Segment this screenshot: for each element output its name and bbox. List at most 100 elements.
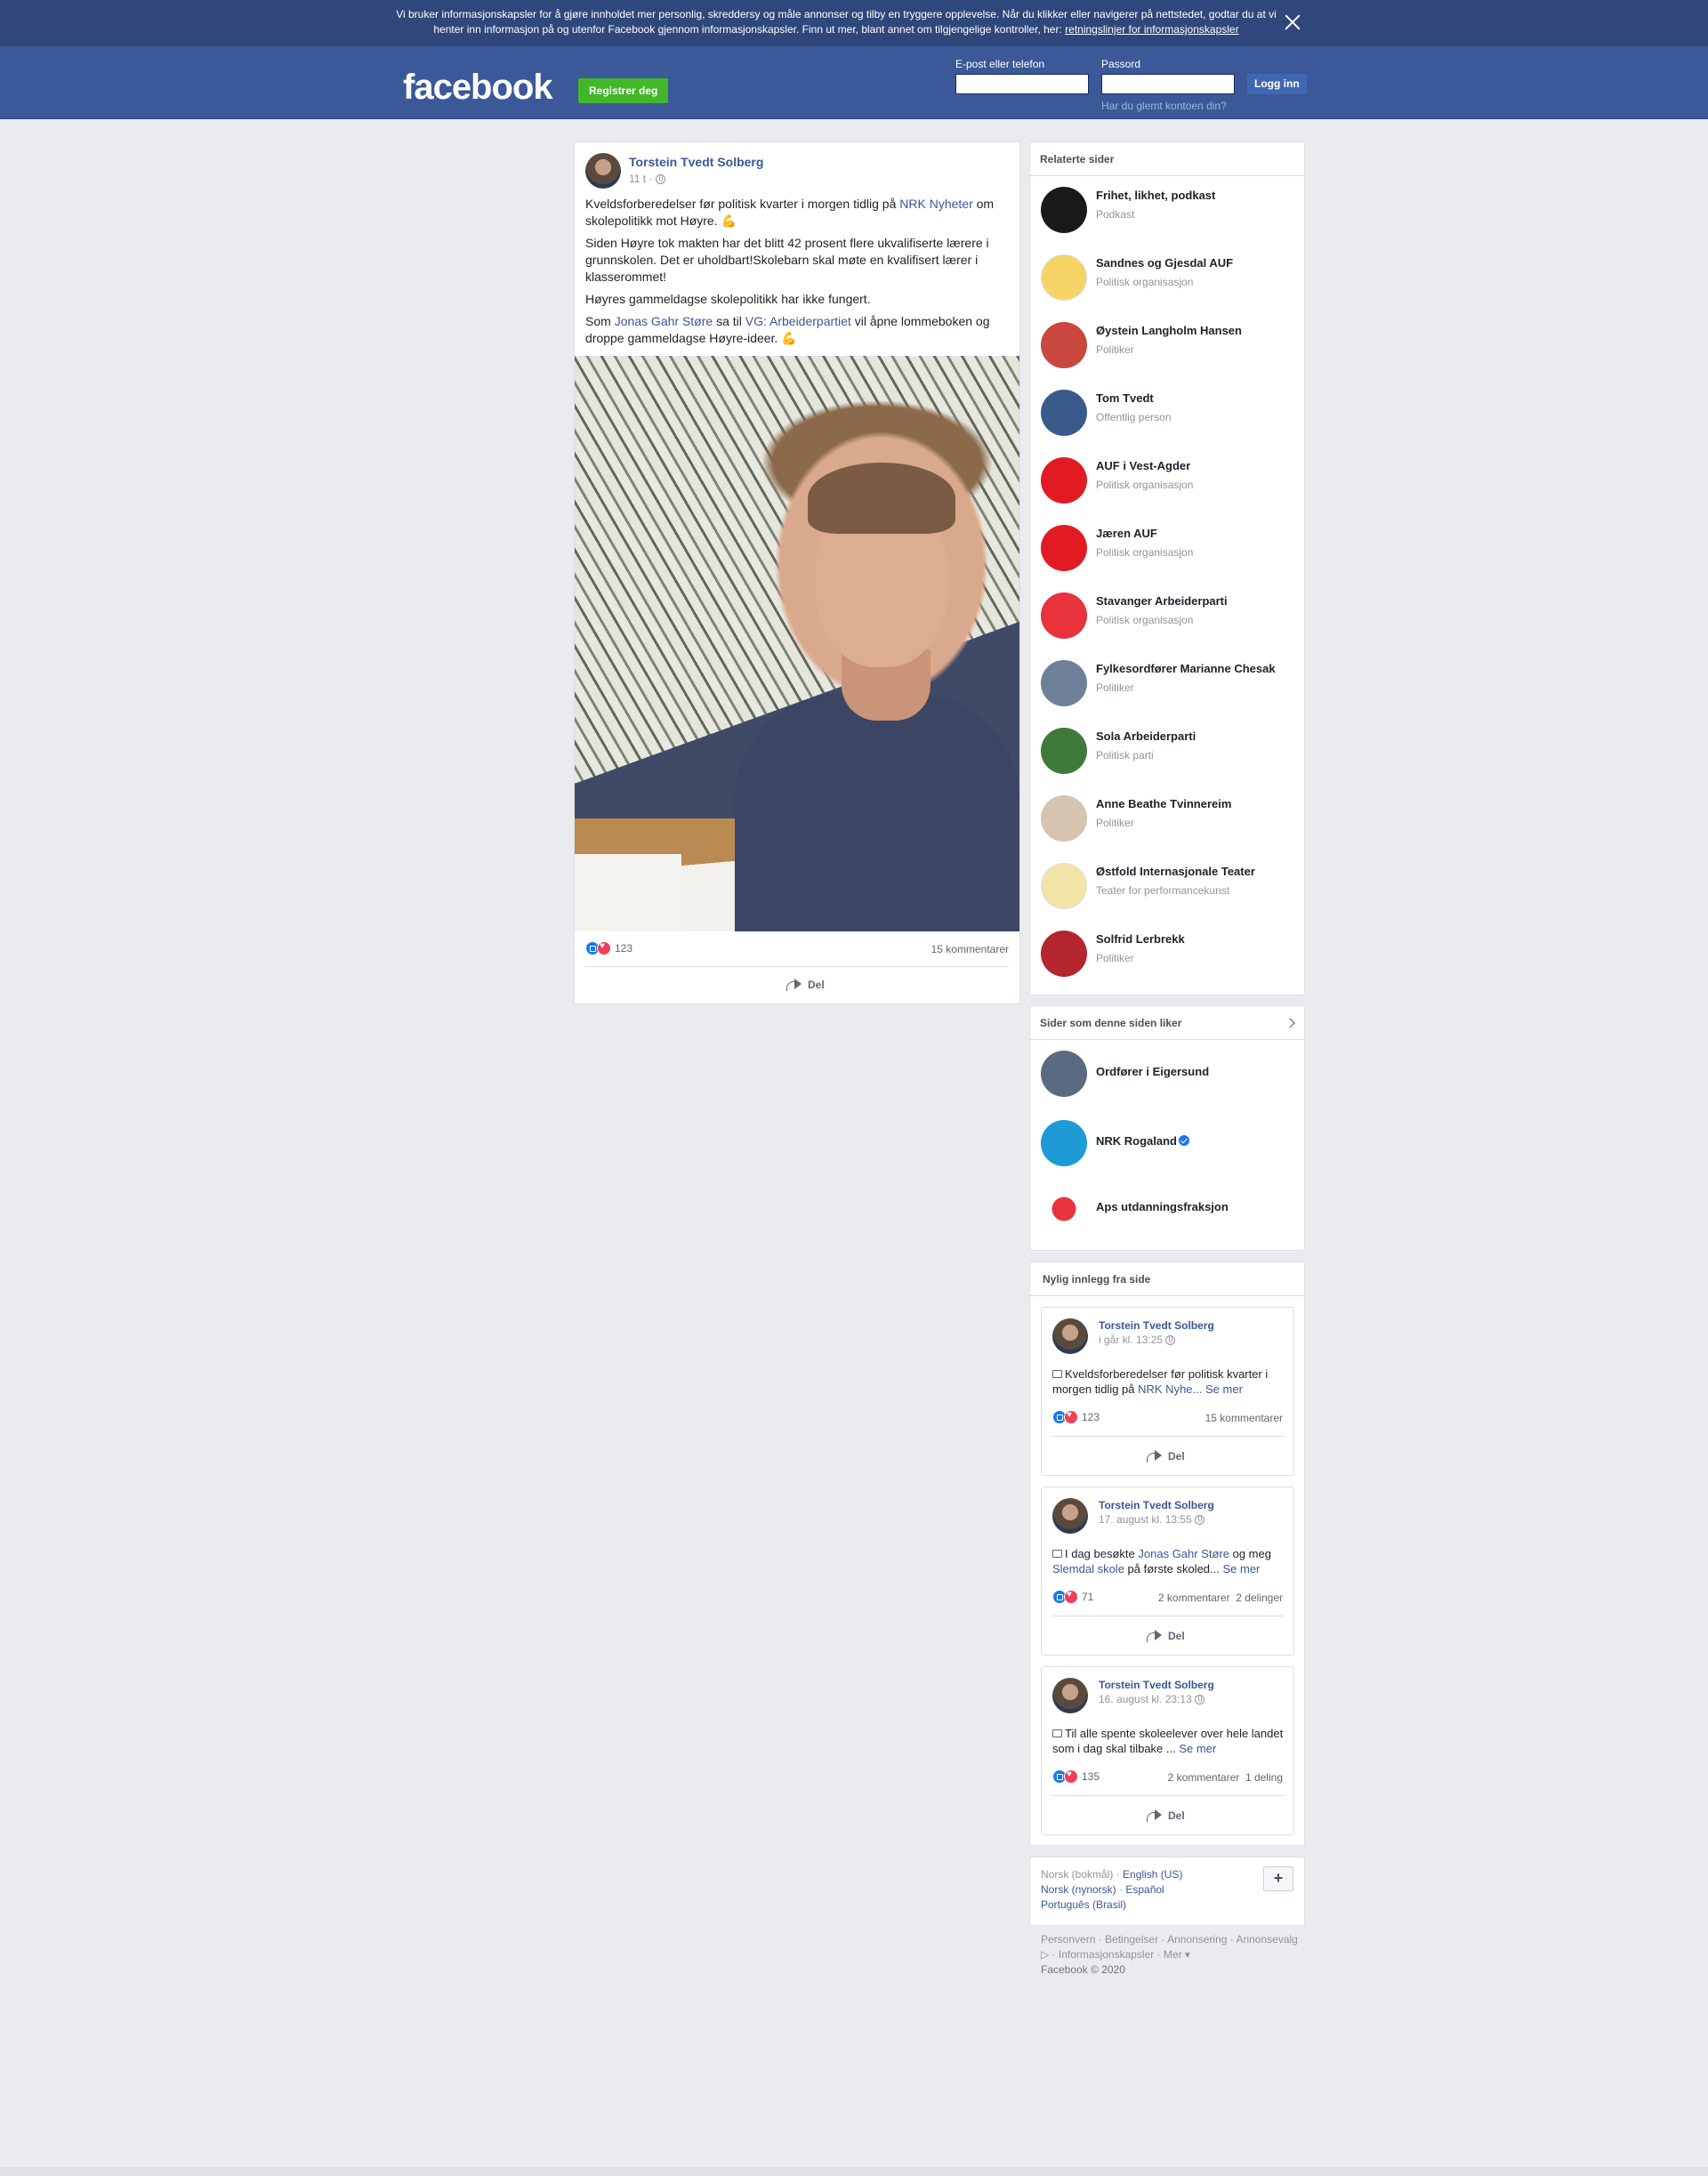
page-avatar[interactable] [1041, 795, 1087, 842]
post-author[interactable]: Torstein Tvedt Solberg [1099, 1499, 1214, 1511]
post-date: 16. august kl. 23:13 [1099, 1693, 1204, 1705]
share-button[interactable]: Del [786, 979, 825, 991]
related-page-item[interactable]: Tom Tvedt Offentlig person [1041, 390, 1299, 439]
avatar[interactable] [1052, 1318, 1088, 1354]
password-field[interactable] [1101, 74, 1235, 94]
related-page-name[interactable]: Sandnes og Gjesdal AUF [1096, 256, 1233, 270]
post-author[interactable]: Torstein Tvedt Solberg [1099, 1319, 1214, 1332]
avatar[interactable] [585, 153, 621, 189]
liked-page-item[interactable]: Ordfører i Eigersund [1041, 1051, 1299, 1100]
page-avatar[interactable] [1041, 592, 1087, 639]
forgot-account-link[interactable]: Har du glemt kontoen din? [1101, 100, 1227, 112]
liked-page-name[interactable]: Aps utdanningsfraksjon [1096, 1200, 1229, 1213]
reactions[interactable]: 123 [1052, 1410, 1100, 1424]
mention-link[interactable]: NRK Nyhe... [1138, 1382, 1202, 1396]
related-page-name[interactable]: Stavanger Arbeiderparti [1096, 594, 1228, 608]
page-avatar[interactable] [1041, 525, 1087, 571]
comment-share-count[interactable]: 2 kommentarer 2 delinger [1158, 1592, 1283, 1604]
related-page-item[interactable]: Fylkesordfører Marianne Chesak Politiker [1041, 660, 1299, 710]
related-page-name[interactable]: Tom Tvedt [1096, 391, 1154, 405]
language-link[interactable]: English (US) [1123, 1868, 1182, 1881]
vg-arbeiderpartiet-link[interactable]: VG: Arbeiderpartiet [745, 314, 851, 328]
share-button[interactable]: Del [1147, 1630, 1185, 1642]
post: Torstein Tvedt Solberg 11 t · Kveldsforb… [574, 141, 1020, 1004]
related-page-item[interactable]: Østfold Internasjonale Teater Teater for … [1041, 863, 1299, 913]
related-page-name[interactable]: Solfrid Lerbrekk [1096, 932, 1185, 946]
page-avatar[interactable] [1041, 322, 1087, 368]
page-avatar[interactable] [1041, 931, 1087, 977]
language-link[interactable]: Español [1125, 1883, 1164, 1896]
liked-pages-title[interactable]: Sider som denne siden liker [1040, 1017, 1181, 1029]
footer-links[interactable]: Personvern · Betingelser · Annonsering ·… [1041, 1932, 1299, 1962]
page-avatar[interactable] [1041, 1051, 1087, 1097]
share-button[interactable]: Del [1147, 1809, 1185, 1822]
page-avatar[interactable] [1041, 660, 1087, 706]
reactions[interactable]: 71 [1052, 1590, 1093, 1604]
email-field[interactable] [955, 74, 1089, 94]
related-page-item[interactable]: Stavanger Arbeiderparti Politisk organisa… [1041, 592, 1299, 642]
see-more-link[interactable]: Se mer [1179, 1742, 1216, 1755]
language-link[interactable]: Português (Brasil) [1041, 1898, 1126, 1911]
page-avatar[interactable] [1041, 728, 1087, 774]
related-page-item[interactable]: Sola Arbeiderparti Politisk parti [1041, 728, 1299, 778]
related-page-name[interactable]: Østfold Internasjonale Teater [1096, 865, 1255, 878]
post-date: 17. august kl. 13:55 [1099, 1513, 1204, 1526]
top-bar: facebook Registrer deg E-post eller tele… [0, 46, 1708, 119]
page-avatar[interactable] [1041, 1186, 1087, 1232]
comment-share-count[interactable]: 2 kommentarer 1 deling [1168, 1771, 1283, 1784]
related-page-name[interactable]: Jæren AUF [1096, 527, 1157, 540]
close-icon[interactable] [1283, 12, 1302, 32]
page-avatar[interactable] [1041, 390, 1087, 436]
post-author[interactable]: Torstein Tvedt Solberg [1099, 1679, 1214, 1691]
related-page-name[interactable]: Sola Arbeiderparti [1096, 729, 1196, 743]
page-avatar[interactable] [1041, 187, 1087, 233]
related-page-item[interactable]: Øystein Langholm Hansen Politiker [1041, 322, 1299, 372]
share-icon [1147, 1630, 1163, 1642]
related-page-name[interactable]: Frihet, likhet, podkast [1096, 189, 1215, 202]
share-button[interactable]: Del [1147, 1450, 1185, 1463]
cookie-policy-link[interactable]: retningslinjer for informasjonskapsler [1065, 23, 1238, 36]
related-page-item[interactable]: Solfrid Lerbrekk Politiker [1041, 931, 1299, 980]
reactions[interactable]: 135 [1052, 1769, 1100, 1784]
related-page-item[interactable]: Jæren AUF Politisk organisasjon [1041, 525, 1299, 575]
chevron-right-icon[interactable] [1285, 1018, 1295, 1028]
language-link[interactable]: Norsk (nynorsk) [1041, 1883, 1116, 1896]
login-button[interactable]: Logg inn [1247, 74, 1307, 94]
nrk-nyheter-link[interactable]: NRK Nyheter [899, 197, 972, 211]
liked-page-item[interactable]: Aps utdanningsfraksjon [1041, 1186, 1299, 1236]
page-avatar[interactable] [1041, 863, 1087, 909]
related-page-item[interactable]: Sandnes og Gjesdal AUF Politisk organisas… [1041, 254, 1299, 304]
related-page-name[interactable]: Fylkesordfører Marianne Chesak [1096, 662, 1276, 675]
page-avatar[interactable] [1041, 1120, 1087, 1166]
related-page-name[interactable]: AUF i Vest-Agder [1096, 459, 1190, 472]
mention-link[interactable]: Jonas Gahr Støre [1138, 1547, 1229, 1560]
liked-page-item[interactable]: NRK Rogaland [1041, 1120, 1299, 1170]
see-more-link[interactable]: Se mer [1222, 1562, 1260, 1576]
post-photo[interactable] [575, 356, 1019, 931]
related-page-item[interactable]: Anne Beathe Tvinnereim Politiker [1041, 795, 1299, 845]
comment-share-count[interactable]: 15 kommentarer [1205, 1412, 1283, 1424]
related-page-item[interactable]: Frihet, likhet, podkast Podkast [1041, 187, 1299, 237]
avatar[interactable] [1052, 1498, 1088, 1534]
post-time[interactable]: 11 t · [629, 173, 652, 185]
comment-count[interactable]: 15 kommentarer [931, 943, 1009, 955]
related-page-category: Politiker [1096, 952, 1134, 964]
related-page-name[interactable]: Anne Beathe Tvinnereim [1096, 797, 1231, 810]
related-page-category: Politisk organisasjon [1096, 479, 1194, 491]
liked-page-name[interactable]: Ordfører i Eigersund [1096, 1065, 1209, 1078]
more-languages-button[interactable]: + [1263, 1866, 1293, 1891]
register-button[interactable]: Registrer deg [578, 78, 669, 103]
related-page-name[interactable]: Øystein Langholm Hansen [1096, 324, 1242, 337]
post-author[interactable]: Torstein Tvedt Solberg [629, 155, 763, 169]
page-avatar[interactable] [1041, 254, 1087, 301]
mention-link[interactable]: Slemdal skole [1052, 1562, 1124, 1576]
avatar[interactable] [1052, 1678, 1088, 1713]
see-more-link[interactable]: Se mer [1205, 1382, 1243, 1396]
jonas-gahr-store-link[interactable]: Jonas Gahr Støre [615, 314, 713, 328]
liked-page-name[interactable]: NRK Rogaland [1096, 1134, 1189, 1148]
facebook-logo[interactable]: facebook [403, 68, 553, 108]
post-text: Kveldsforberedelser før politisk kvarter… [585, 196, 1011, 352]
page-avatar[interactable] [1041, 457, 1087, 504]
reactions[interactable]: 123 [585, 941, 632, 955]
related-page-item[interactable]: AUF i Vest-Agder Politisk organisasjon [1041, 457, 1299, 507]
